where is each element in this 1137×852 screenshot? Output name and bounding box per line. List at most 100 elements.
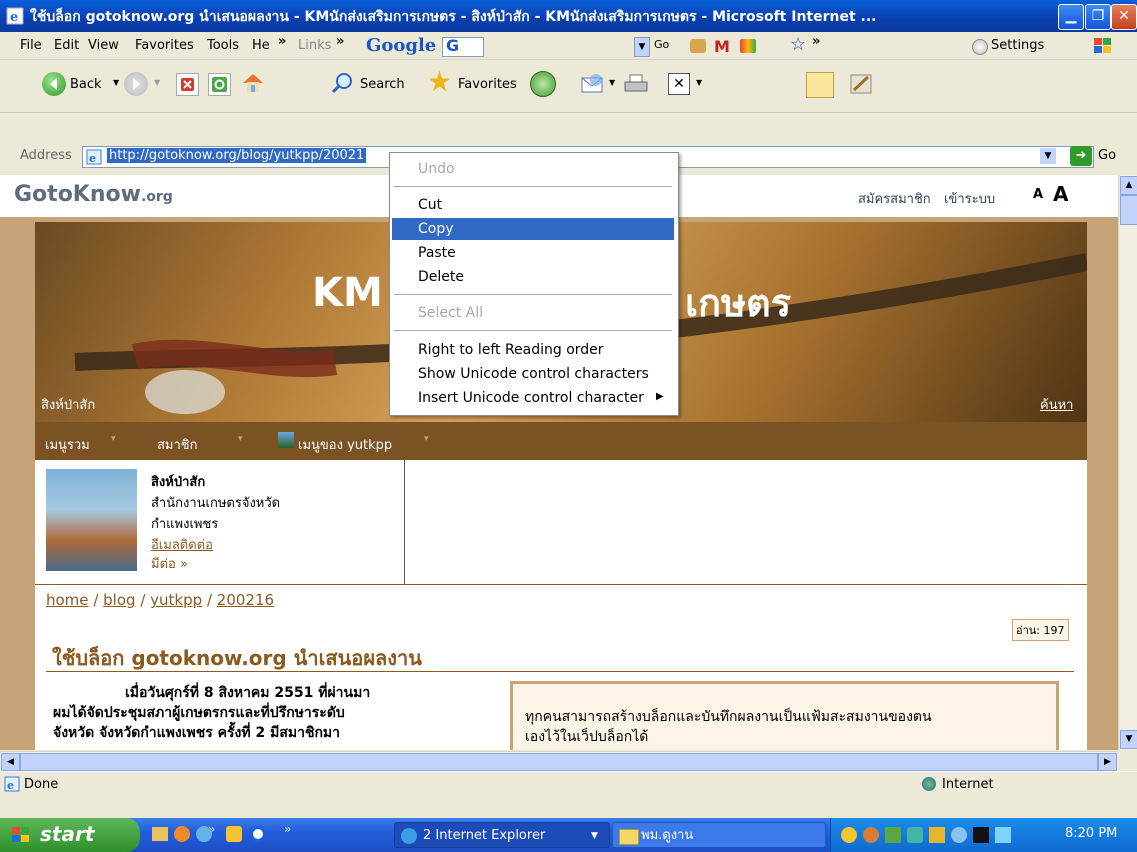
breadcrumb-user[interactable]: yutkpp <box>150 591 202 609</box>
google-dropdown-icon[interactable]: ▼ <box>634 37 650 57</box>
back-arrow-icon[interactable] <box>42 72 66 96</box>
font-small-button[interactable]: A <box>1033 187 1043 202</box>
edit-icon[interactable]: ✕ <box>668 73 690 95</box>
discuss-icon[interactable] <box>806 72 834 98</box>
menu-help[interactable]: He <box>252 38 270 53</box>
ctx-delete[interactable]: Delete <box>392 266 674 288</box>
register-link[interactable]: สมัครสมาชิก <box>858 188 931 209</box>
history-icon[interactable] <box>530 71 556 97</box>
google-tools-icon[interactable] <box>740 39 756 53</box>
ctx-copy[interactable]: Copy <box>392 218 674 240</box>
profile-name[interactable]: สิงห์ป่าสัก <box>151 471 205 492</box>
home-icon[interactable] <box>240 71 266 95</box>
address-dropdown-icon[interactable]: ▼ <box>1040 148 1056 164</box>
scroll-thumb[interactable] <box>1120 195 1137 225</box>
address-go-button[interactable]: Go <box>1098 148 1116 163</box>
ctx-select-all[interactable]: Select All <box>392 302 674 324</box>
svg-text:e: e <box>7 779 14 792</box>
taskbar-folder-item[interactable]: พม.ดูงาน <box>612 822 826 848</box>
scroll-up-icon[interactable]: ▲ <box>1120 176 1137 195</box>
back-dropdown-icon[interactable]: ▼ <box>113 78 119 87</box>
mail-dropdown-icon[interactable]: ▼ <box>609 78 615 87</box>
links-label[interactable]: Links <box>298 38 331 53</box>
quote-line-1: ทุกคนสามารถสร้างบล็อกและบันทึกผลงานเป็นแ… <box>525 709 932 725</box>
nav-members[interactable]: สมาชิก <box>157 434 198 455</box>
banner-search-link[interactable]: ค้นหา <box>1040 394 1073 415</box>
profile-org: สำนักงานเกษตรจังหวัด <box>151 496 281 511</box>
settings-button[interactable]: Settings <box>991 38 1044 53</box>
favorites-star-icon[interactable]: ★ <box>427 68 452 96</box>
scroll-right-icon[interactable]: ▶ <box>1098 753 1117 771</box>
tray-network-icon[interactable] <box>863 827 879 843</box>
breadcrumb-post[interactable]: 200216 <box>217 591 274 609</box>
menu-edit[interactable]: Edit <box>54 38 79 53</box>
title-bar[interactable]: e ใช้บล็อก gotoknow.org นำเสนอผลงาน - KM… <box>0 0 1137 32</box>
menu-favorites[interactable]: Favorites <box>135 38 194 53</box>
nav-user-menu[interactable]: เมนูของ yutkpp <box>298 434 392 455</box>
breadcrumb-home[interactable]: home <box>46 591 89 609</box>
login-link[interactable]: เข้าระบบ <box>944 188 995 209</box>
ctx-insert-unicode[interactable]: Insert Unicode control character <box>392 387 674 409</box>
quicklaunch-tool-icon[interactable] <box>226 826 242 842</box>
quicklaunch-app-icon[interactable] <box>174 826 190 842</box>
profile-photo[interactable] <box>46 469 137 571</box>
links-more-chevron[interactable]: » <box>336 34 344 49</box>
tray-volume-icon[interactable] <box>951 827 967 843</box>
menu-more-chevron[interactable]: » <box>278 34 286 49</box>
mail-icon[interactable] <box>580 72 608 96</box>
profile-more-link[interactable]: มีต่อ » <box>151 553 188 574</box>
profile-email-link[interactable]: อีเมลติดต่อ <box>151 534 213 555</box>
horizontal-scrollbar[interactable]: ◀ ▶ <box>0 751 1118 771</box>
maximize-button[interactable]: ❐ <box>1085 4 1111 30</box>
menu-tools[interactable]: Tools <box>207 38 239 53</box>
forward-arrow-icon[interactable] <box>124 72 148 96</box>
breadcrumb-blog[interactable]: blog <box>103 591 135 609</box>
gmail-icon[interactable]: M <box>714 37 730 56</box>
ctx-cut[interactable]: Cut <box>392 194 674 216</box>
tray-connection-icon[interactable] <box>995 827 1011 843</box>
vertical-scrollbar[interactable]: ▲ ▼ <box>1118 175 1137 750</box>
banner-author[interactable]: สิงห์ป่าสัก <box>41 394 95 415</box>
font-large-button[interactable]: A <box>1053 182 1068 206</box>
quicklaunch-more-icon[interactable]: » <box>284 822 291 836</box>
search-button[interactable]: Search <box>360 77 405 92</box>
quicklaunch-media-icon[interactable] <box>250 826 266 842</box>
favorites-button[interactable]: Favorites <box>458 77 517 92</box>
edit-dropdown-icon[interactable]: ▼ <box>696 78 702 87</box>
google-go-button[interactable]: Go <box>654 38 669 51</box>
menu-file[interactable]: File <box>20 38 42 53</box>
back-button[interactable]: Back <box>70 77 102 92</box>
minimize-button[interactable]: ▁ <box>1058 4 1084 30</box>
tray-security-icon[interactable] <box>929 827 945 843</box>
tray-shield-icon[interactable] <box>841 827 857 843</box>
refresh-icon[interactable] <box>208 73 231 96</box>
site-logo[interactable]: GotoKnow.org <box>14 182 173 207</box>
star-bookmark-icon[interactable]: ☆ <box>790 34 806 55</box>
news-icon[interactable] <box>690 39 706 53</box>
scroll-down-icon[interactable]: ▼ <box>1120 730 1137 749</box>
google-search-box[interactable]: G <box>442 36 484 57</box>
taskbar-ie-group[interactable]: 2 Internet Explorer ▼ <box>394 822 610 848</box>
forward-dropdown-icon[interactable]: ▼ <box>154 78 160 87</box>
quicklaunch-ie-icon[interactable] <box>196 826 212 842</box>
go-arrow-icon[interactable]: ➜ <box>1070 146 1092 166</box>
close-button[interactable]: ✕ <box>1111 4 1137 30</box>
scroll-left-icon[interactable]: ◀ <box>1 753 20 771</box>
nav-main-menu[interactable]: เมนูรวม <box>45 434 90 455</box>
print-icon[interactable] <box>622 72 650 96</box>
tray-sync-icon[interactable] <box>907 827 923 843</box>
ctx-show-unicode[interactable]: Show Unicode control characters <box>392 363 674 385</box>
ctx-paste[interactable]: Paste <box>392 242 674 264</box>
research-icon[interactable] <box>848 72 874 96</box>
tray-display-icon[interactable] <box>973 827 989 843</box>
horizontal-scroll-thumb[interactable] <box>20 753 1098 771</box>
start-button[interactable]: start <box>0 818 140 852</box>
star-more-chevron[interactable]: » <box>812 34 820 49</box>
tray-app-icon[interactable] <box>885 827 901 843</box>
stop-icon[interactable] <box>176 73 199 96</box>
show-desktop-icon[interactable] <box>152 827 168 841</box>
ctx-undo[interactable]: Undo <box>392 158 674 180</box>
ctx-rtl-reading-order[interactable]: Right to left Reading order <box>392 339 674 361</box>
search-icon[interactable] <box>330 70 356 96</box>
menu-view[interactable]: View <box>88 38 119 53</box>
